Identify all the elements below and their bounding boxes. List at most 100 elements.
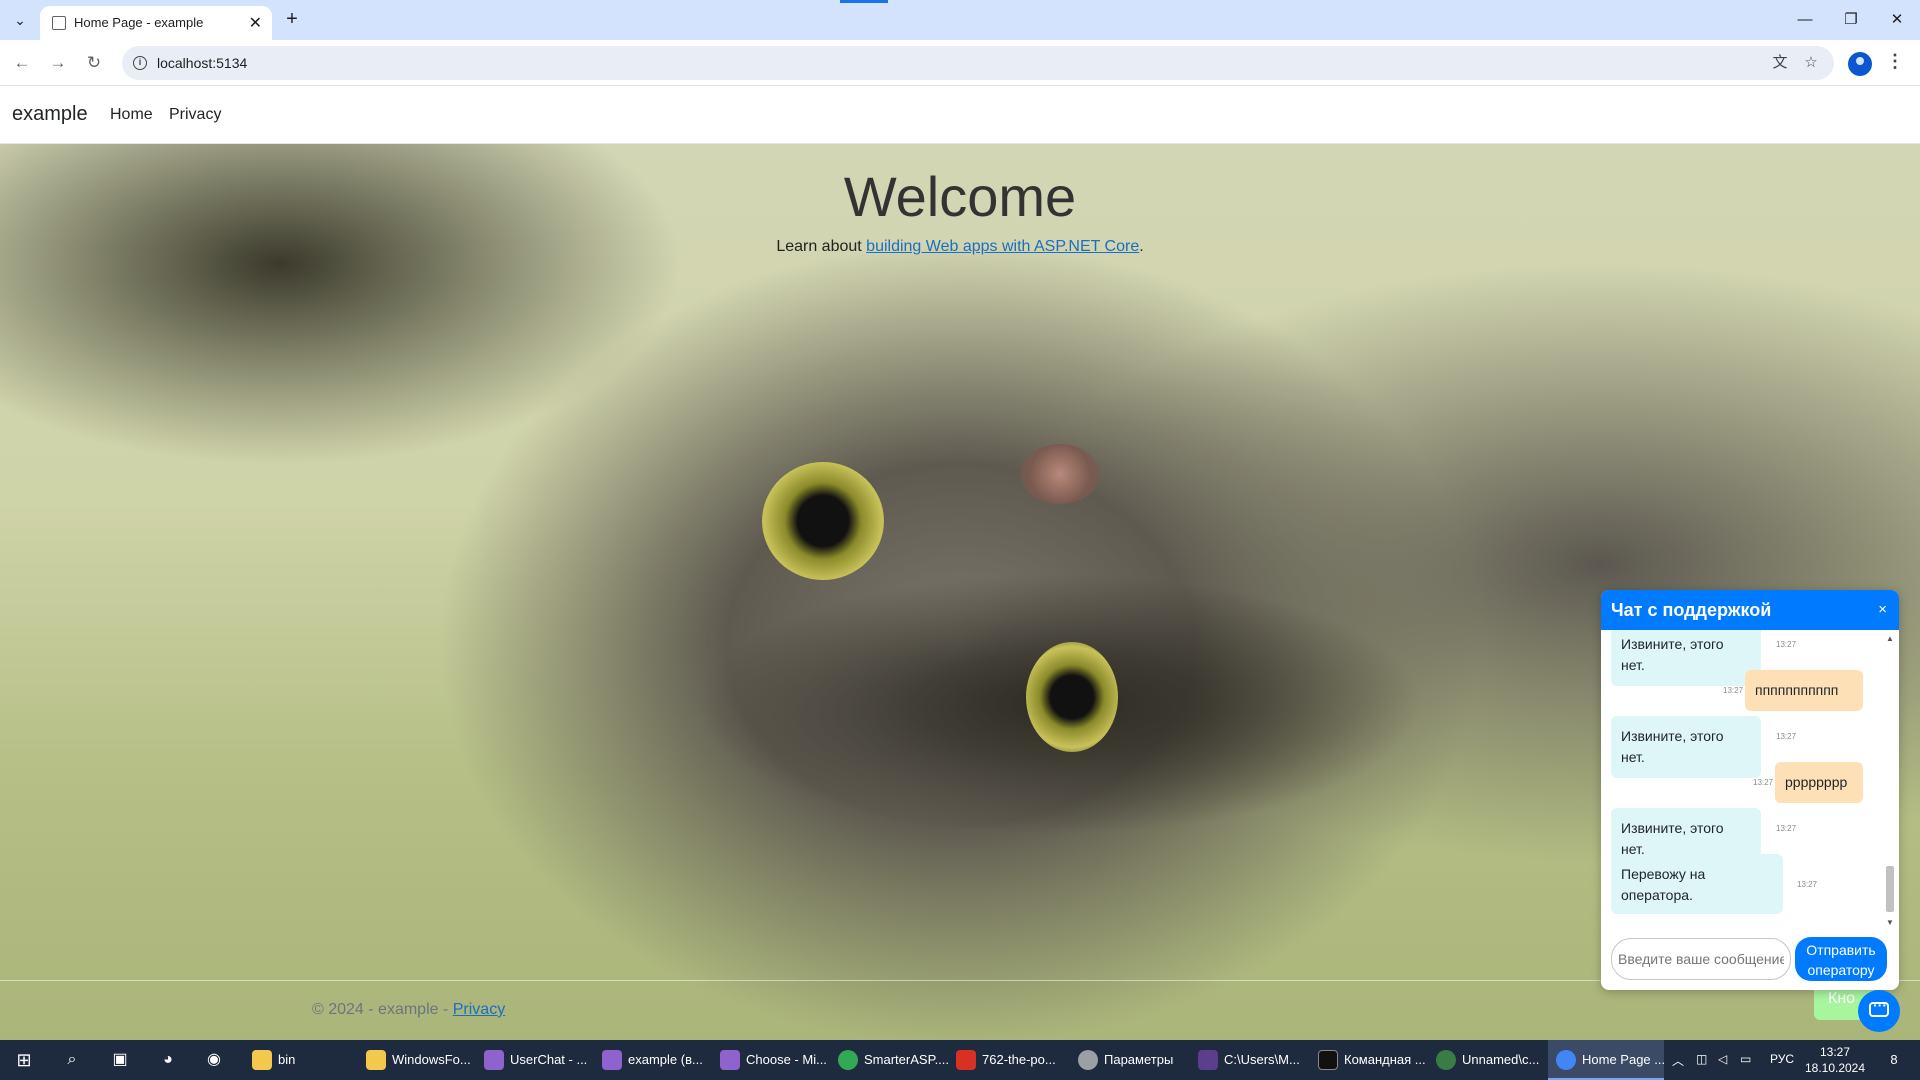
taskbar-item[interactable]: bin — [244, 1040, 352, 1080]
forward-arrow-icon[interactable]: → — [46, 51, 70, 75]
url-text[interactable]: localhost:5134 — [157, 55, 247, 71]
tab-close-icon[interactable]: ✕ — [249, 13, 262, 33]
chat-messages[interactable]: Извините, этого нет. 13:27 13:27 ппппппп… — [1601, 630, 1899, 930]
taskbar-item[interactable]: Командная ... — [1310, 1040, 1426, 1080]
search-icon[interactable]: ⌕ — [60, 1048, 84, 1072]
chat-bubble-icon — [1869, 997, 1889, 1017]
profile-avatar-icon[interactable] — [1848, 52, 1872, 76]
terminal-icon — [1198, 1050, 1218, 1070]
site-info-icon[interactable]: i — [133, 56, 147, 70]
taskbar-item-label: Параметры — [1104, 1052, 1174, 1067]
visual-studio-icon — [720, 1050, 740, 1070]
footer-privacy-link[interactable]: Privacy — [453, 1001, 505, 1018]
nav-link-home[interactable]: Home — [110, 106, 153, 124]
back-arrow-icon[interactable]: ← — [10, 51, 34, 75]
taskbar-item[interactable]: UserChat - ... — [476, 1040, 590, 1080]
site-navbar: example Home Privacy — [0, 87, 1920, 144]
chat-toggle-button[interactable] — [1858, 990, 1900, 1032]
taskbar-item[interactable]: 762-the-po... — [948, 1040, 1062, 1080]
message-time: 13:27 — [1797, 880, 1818, 889]
browser-tab[interactable]: Home Page - example ✕ — [40, 6, 272, 40]
loading-indicator — [840, 0, 888, 3]
scroll-down-icon[interactable]: ▼ — [1886, 918, 1894, 927]
windows-start-icon[interactable]: ⊞ — [12, 1048, 36, 1072]
restore-button[interactable]: ❐ — [1828, 6, 1874, 34]
hero-title: Welcome — [843, 165, 1077, 228]
clock-time: 13:27 — [1819, 1045, 1851, 1059]
tray-expand-icon[interactable]: ︿ — [1672, 1052, 1684, 1069]
taskbar-item[interactable]: WindowsFo... — [358, 1040, 472, 1080]
network-icon[interactable]: ▭ — [1740, 1052, 1751, 1066]
cat-nose — [1020, 444, 1100, 504]
scroll-up-icon[interactable]: ▲ — [1886, 634, 1894, 643]
taskbar-item-label: example (в... — [628, 1052, 703, 1067]
send-to-operator-button[interactable]: Отправить оператору — [1795, 937, 1887, 981]
browser-menu-icon[interactable]: ⋮ — [1886, 51, 1904, 72]
message-time: 13:27 — [1776, 824, 1797, 833]
taskbar-item-label: Unnamed\c... — [1462, 1052, 1540, 1067]
new-tab-button[interactable]: + — [280, 8, 304, 32]
visual-studio-icon — [602, 1050, 622, 1070]
cat-eye-right — [1026, 642, 1118, 752]
nav-link-privacy[interactable]: Privacy — [169, 106, 221, 124]
hero-lead: Learn about building Web apps with ASP.N… — [0, 238, 1920, 256]
chat-message-bot: Извините, этого нет. — [1611, 716, 1761, 778]
bookmark-star-icon[interactable]: ☆ — [1800, 52, 1822, 74]
chat-close-button[interactable]: × — [1878, 601, 1887, 618]
chat-header: Чат с поддержкой × — [1601, 590, 1899, 630]
clock-date: 18.10.2024 — [1804, 1061, 1866, 1075]
page-favicon-icon — [52, 16, 66, 30]
scroll-thumb[interactable] — [1886, 866, 1894, 912]
minimize-button[interactable]: — — [1782, 6, 1828, 34]
taskbar-item[interactable]: C:\Users\M... — [1190, 1040, 1304, 1080]
chrome-icon — [1556, 1050, 1576, 1070]
heidisql-icon — [1436, 1050, 1456, 1070]
system-clock[interactable]: 13:27 18.10.2024 — [1804, 1044, 1866, 1076]
taskbar-item-label: Командная ... — [1344, 1052, 1426, 1067]
cat-eye-left — [762, 462, 884, 580]
tab-title: Home Page - example — [74, 15, 204, 30]
reload-icon[interactable]: ↻ — [82, 51, 106, 75]
settings-gear-icon — [1078, 1050, 1098, 1070]
hero-lead-suffix: . — [1139, 238, 1144, 255]
aspnet-docs-link[interactable]: building Web apps with ASP.NET Core — [866, 238, 1139, 255]
taskbar-item[interactable]: Параметры — [1070, 1040, 1184, 1080]
taskbar-item-label: Home Page ... — [1582, 1052, 1666, 1067]
address-bar[interactable]: i localhost:5134 文 ☆ — [122, 46, 1834, 80]
taskbar-item[interactable]: example (в... — [594, 1040, 708, 1080]
support-chat-window: Чат с поддержкой × Извините, этого нет. … — [1601, 590, 1899, 990]
chrome-icon — [838, 1050, 858, 1070]
folder-icon — [366, 1050, 386, 1070]
taskbar-item-label: C:\Users\M... — [1224, 1052, 1300, 1067]
hero-lead-prefix: Learn about — [776, 238, 867, 255]
site-brand[interactable]: example — [12, 103, 88, 126]
message-time: 13:27 — [1776, 640, 1797, 649]
taskbar-item-label: SmarterASP.... — [864, 1052, 950, 1067]
close-window-button[interactable]: ✕ — [1874, 6, 1920, 34]
volume-icon[interactable]: ◁ — [1718, 1052, 1727, 1066]
taskbar-item[interactable]: Choose - Mi... — [712, 1040, 827, 1080]
chat-message-input[interactable] — [1611, 938, 1791, 980]
chat-title: Чат с поддержкой — [1611, 600, 1772, 620]
chat-message-bot: Перевожу на оператора. — [1611, 854, 1783, 914]
chat-message-bot: Извините, этого нет. — [1611, 630, 1761, 686]
chat-scrollbar[interactable]: ▲ ▼ — [1884, 632, 1896, 930]
taskbar-item-label: Choose - Mi... — [746, 1052, 827, 1067]
paint-app-icon[interactable]: ◕ — [156, 1048, 180, 1072]
browser-tab-strip: ⌄ Home Page - example ✕ + — ❐ ✕ — [0, 0, 1920, 40]
taskbar-item[interactable]: Unnamed\c... — [1428, 1040, 1542, 1080]
translate-icon[interactable]: 文 — [1769, 52, 1791, 74]
taskbar-item[interactable]: SmarterASP.... — [830, 1040, 949, 1080]
taskbar-item-active[interactable]: Home Page ... — [1548, 1040, 1666, 1080]
pdf-icon — [956, 1050, 976, 1070]
message-time: 13:27 — [1753, 778, 1774, 787]
notifications-icon[interactable]: 8 — [1882, 1048, 1906, 1072]
command-prompt-icon — [1318, 1050, 1338, 1070]
chrome-app-icon[interactable]: ◉ — [202, 1048, 226, 1072]
language-indicator[interactable]: РУС — [1770, 1052, 1794, 1066]
task-view-icon[interactable]: ▣ — [108, 1048, 132, 1072]
tab-search-icon[interactable]: ⌄ — [8, 8, 32, 32]
folder-icon — [252, 1050, 272, 1070]
message-time: 13:27 — [1776, 732, 1797, 741]
meet-now-icon[interactable]: ◫ — [1696, 1052, 1707, 1066]
